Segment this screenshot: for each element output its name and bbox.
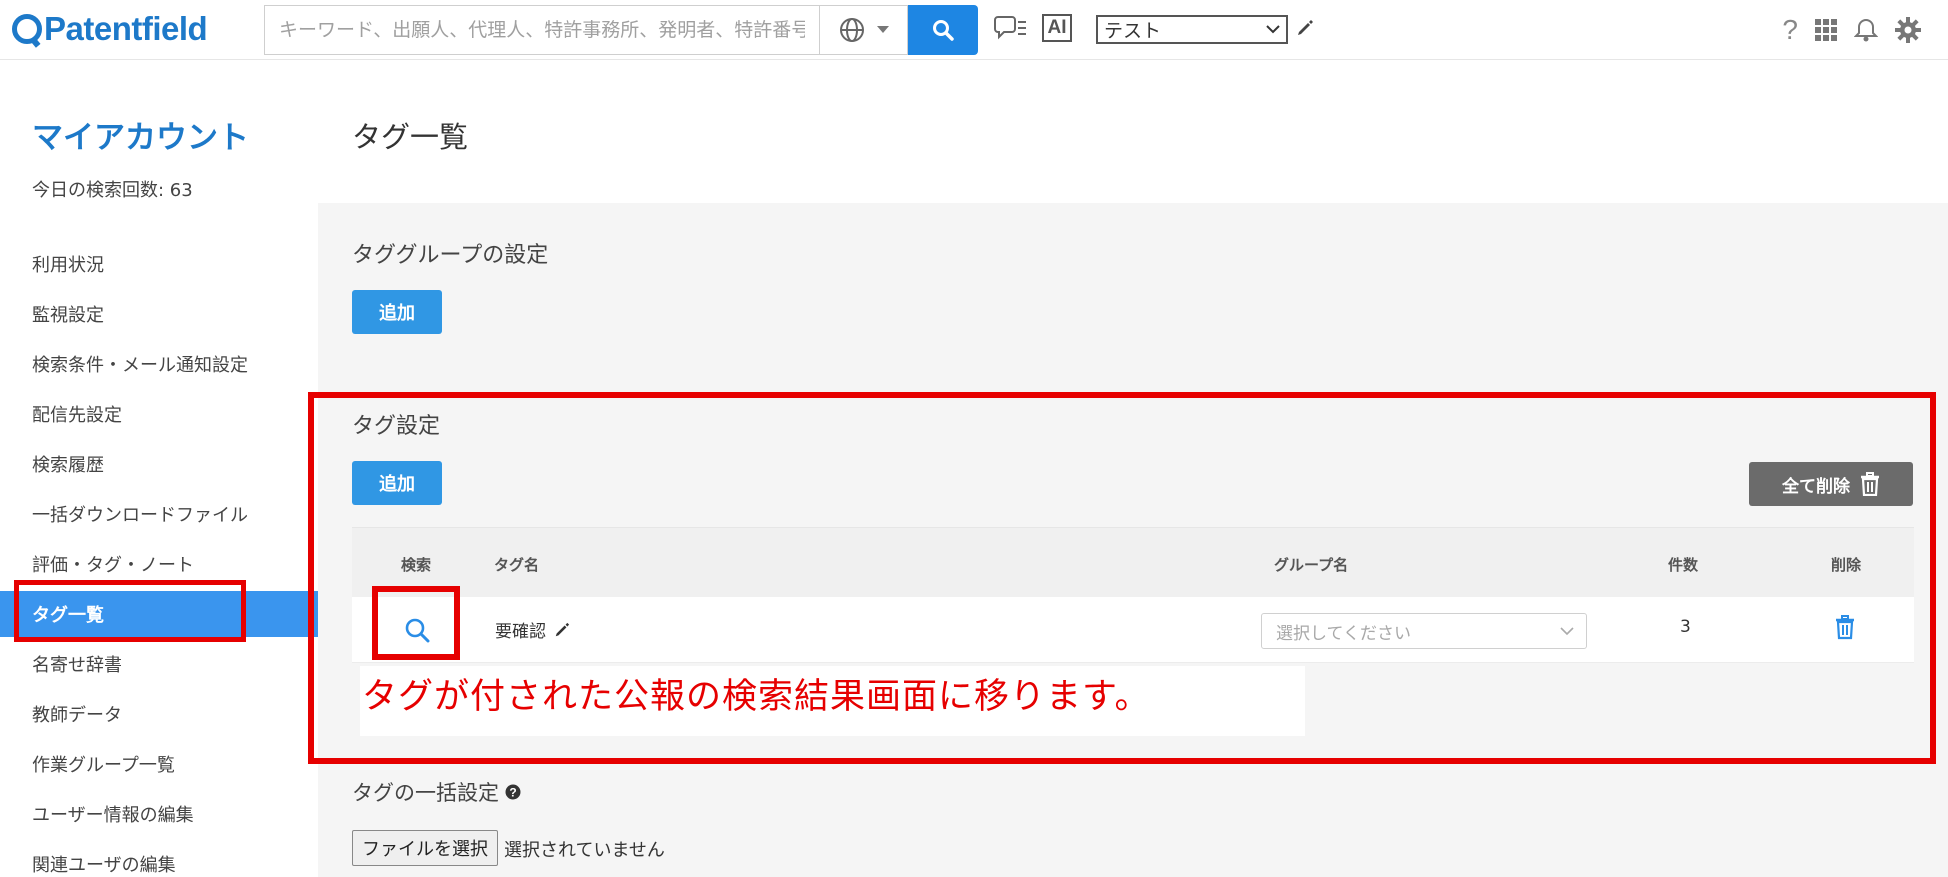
- file-select-button[interactable]: ファイルを選択: [352, 830, 498, 866]
- sidebar-item-bulk-download[interactable]: 一括ダウンロードファイル: [0, 491, 318, 537]
- sidebar-title: マイアカウント: [32, 120, 249, 156]
- logo[interactable]: Patentfield: [12, 10, 208, 48]
- search-box: [264, 5, 820, 55]
- caret-down-icon: [876, 26, 889, 33]
- search-icon: [933, 20, 954, 41]
- active-nav-highlight-frame: [14, 580, 246, 642]
- apps-grid-icon[interactable]: [1814, 18, 1838, 42]
- bulk-section-title-text: タグの一括設定: [352, 781, 499, 805]
- add-tag-group-button[interactable]: 追加: [352, 290, 442, 334]
- project-select-value: テスト: [1104, 20, 1162, 42]
- sidebar: マイアカウント 今日の検索回数: 63 利用状況 監視設定 検索条件・メール通知…: [0, 60, 318, 877]
- sidebar-item-name-dictionary[interactable]: 名寄せ辞書: [0, 641, 318, 687]
- sidebar-item-usage[interactable]: 利用状況: [0, 241, 318, 287]
- project-select[interactable]: テスト: [1096, 15, 1288, 44]
- gear-icon[interactable]: [1894, 16, 1922, 44]
- sidebar-item-training-data[interactable]: 教師データ: [0, 691, 318, 737]
- sidebar-item-search-notify[interactable]: 検索条件・メール通知設定: [0, 341, 318, 387]
- similar-search-button[interactable]: [994, 12, 1028, 44]
- language-dropdown[interactable]: [820, 5, 908, 55]
- ai-button[interactable]: AI: [1042, 12, 1072, 44]
- search-count: 今日の検索回数: 63: [32, 180, 193, 201]
- sidebar-item-monitoring[interactable]: 監視設定: [0, 291, 318, 337]
- annotation-text: タグが付された公報の検索結果画面に移ります。: [362, 677, 1151, 717]
- help-icon[interactable]: ?: [1782, 14, 1798, 46]
- sidebar-item-history[interactable]: 検索履歴: [0, 441, 318, 487]
- question-circle-icon[interactable]: ?: [505, 784, 521, 800]
- sidebar-item-related-users[interactable]: 関連ユーザの編集: [0, 841, 318, 877]
- sidebar-item-work-groups[interactable]: 作業グループ一覧: [0, 741, 318, 787]
- pencil-icon: [1298, 20, 1313, 35]
- logo-mark-icon: [12, 14, 42, 44]
- sidebar-item-delivery[interactable]: 配信先設定: [0, 391, 318, 437]
- file-status: 選択されていません: [504, 840, 665, 861]
- header-right-icons: ?: [1782, 10, 1922, 50]
- search-button[interactable]: [908, 5, 978, 55]
- chat-list-icon: [994, 16, 1026, 40]
- bulk-section-title: タグの一括設定 ?: [352, 777, 521, 807]
- ai-icon: AI: [1042, 14, 1072, 42]
- chevron-down-icon: [1266, 25, 1280, 34]
- sidebar-item-user-edit[interactable]: ユーザー情報の編集: [0, 791, 318, 837]
- bell-icon[interactable]: [1854, 17, 1878, 43]
- globe-icon: [839, 18, 864, 42]
- page-title: タグ一覧: [352, 120, 469, 154]
- tag-group-section-title: タググループの設定: [352, 243, 549, 268]
- svg-text:?: ?: [509, 786, 516, 800]
- top-bar: Patentfield AI テスト: [0, 0, 1948, 60]
- search-input[interactable]: [265, 6, 819, 54]
- logo-text: Patentfield: [44, 10, 208, 47]
- edit-project-button[interactable]: [1296, 12, 1314, 44]
